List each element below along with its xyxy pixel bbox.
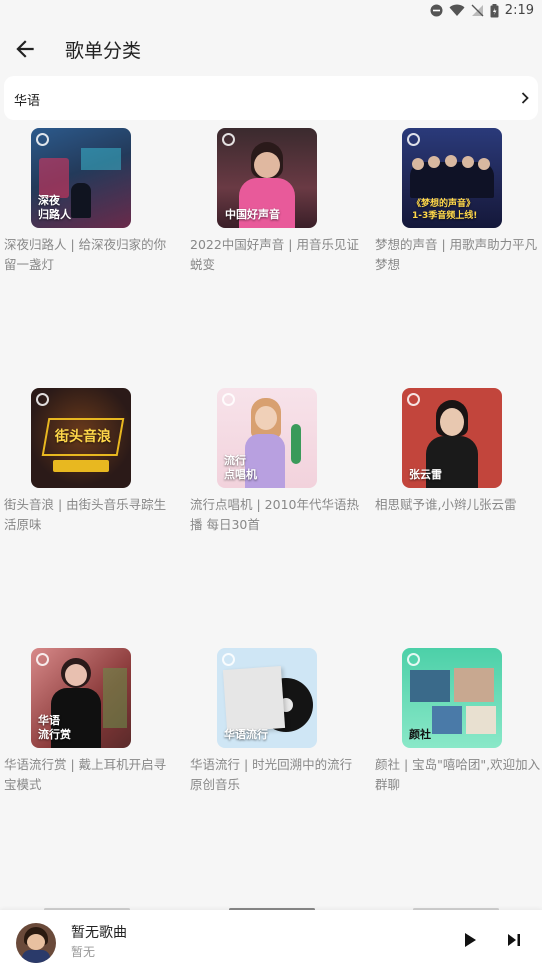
mini-player[interactable]: 暂无歌曲 暂无	[0, 910, 542, 965]
netease-logo-icon	[222, 133, 235, 146]
playlist-cover: 街头音浪	[31, 388, 131, 488]
page-title: 歌单分类	[65, 40, 142, 62]
album-art	[16, 923, 56, 963]
category-label: 华语	[14, 94, 41, 109]
netease-logo-icon	[222, 393, 235, 406]
playlist-cover: 张云雷	[402, 388, 502, 488]
cover-label: 中国好声音	[225, 208, 280, 221]
playlist-cover: 中国好声音	[217, 128, 317, 228]
playlist-caption: 2022中国好声音 | 用音乐见证蜕变	[190, 237, 359, 272]
netease-logo-icon	[222, 653, 235, 666]
dnd-icon	[430, 4, 443, 17]
song-title: 暂无歌曲	[71, 925, 127, 941]
playlist-caption: 颜社 | 宝岛"嘻哈团",欢迎加入群聊	[375, 757, 541, 792]
netease-logo-icon	[407, 393, 420, 406]
playlist-caption: 华语流行 | 时光回溯中的流行原创音乐	[190, 757, 353, 792]
cover-label: 深夜 归路人	[38, 194, 71, 221]
playlist-caption: 梦想的声音 | 用歌声助力平凡梦想	[375, 237, 538, 272]
playlist-cover: 华语 流行赏	[31, 648, 131, 748]
category-selector[interactable]: 华语	[4, 76, 538, 120]
playlist-caption: 华语流行赏 | 戴上耳机开启寻宝模式	[4, 757, 167, 792]
netease-logo-icon	[36, 653, 49, 666]
playlist-cover: 颜社	[402, 648, 502, 748]
status-bar: 2:19	[0, 0, 542, 24]
play-icon[interactable]	[462, 932, 478, 948]
back-arrow-icon[interactable]	[12, 36, 38, 62]
playlist-cover: 华语流行	[217, 648, 317, 748]
cover-label: 流行 点唱机	[224, 454, 257, 481]
netease-logo-icon	[36, 133, 49, 146]
clock: 2:19	[504, 3, 534, 18]
playlist-cover: 《梦想的声音》 1-3季音频上线!	[402, 128, 502, 228]
wifi-icon	[449, 4, 465, 16]
battery-icon	[490, 3, 499, 17]
netease-logo-icon	[407, 133, 420, 146]
playlist-cover: 流行 点唱机	[217, 388, 317, 488]
cover-label: 华语流行	[224, 728, 268, 741]
playlist-caption: 深夜归路人 | 给深夜归家的你留一盏灯	[4, 237, 167, 272]
netease-logo-icon	[407, 653, 420, 666]
playlist-caption: 流行点唱机 | 2010年代华语热播 每日30首	[190, 497, 359, 532]
cover-label: 张云雷	[409, 468, 442, 481]
cover-label: 颜社	[409, 728, 431, 741]
cover-label: 街头音浪	[55, 429, 111, 445]
skip-next-icon[interactable]	[506, 932, 522, 948]
app-toolbar: 歌单分类	[0, 24, 542, 72]
playlist-cover: 深夜 归路人	[31, 128, 131, 228]
artist-name: 暂无	[71, 945, 96, 959]
netease-logo-icon	[36, 393, 49, 406]
cover-label: 华语 流行赏	[38, 714, 71, 741]
playlist-caption: 相思赋予谁,小辫儿张云雷	[375, 497, 517, 512]
signal-icon	[471, 4, 484, 17]
playlist-caption: 街头音浪 | 由街头音乐寻踪生活原味	[4, 497, 167, 532]
cover-label: 《梦想的声音》 1-3季音频上线!	[412, 199, 478, 221]
chevron-right-icon	[521, 92, 529, 104]
